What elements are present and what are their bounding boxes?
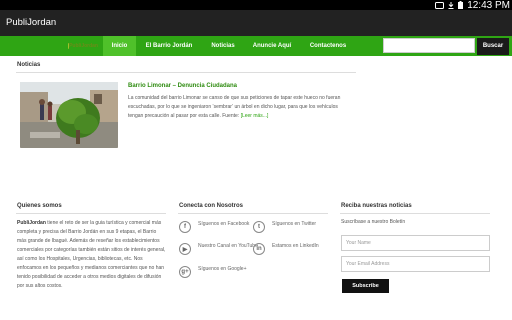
download-icon	[448, 1, 454, 9]
connect-heading: Conecta con Nosotros	[179, 203, 244, 209]
status-bar: 12:43 PM	[0, 0, 512, 11]
twitter-icon: t	[253, 221, 265, 233]
linkedin-label: Estamos en LinkedIn	[272, 243, 319, 249]
about-text: PubliJordan tiene el reto de ser la guia…	[17, 219, 167, 291]
twitter-link[interactable]: t Síguenos en Twitter	[253, 221, 334, 233]
battery-icon	[458, 1, 464, 9]
newsletter-heading: Reciba nuestras noticias	[341, 203, 412, 209]
app-title: PubliJordan	[6, 17, 57, 28]
nav-item-inicio[interactable]: Inicio	[103, 36, 136, 56]
linkedin-icon: in	[253, 243, 265, 255]
facebook-icon: f	[179, 221, 191, 233]
facebook-link[interactable]: f Síguenos en Facebook	[179, 221, 260, 233]
facebook-label: Síguenos en Facebook	[198, 221, 250, 227]
nav-item-anuncie-aqui[interactable]: Anuncie Aquí	[247, 36, 297, 56]
nav-item-el-barrio-jordan[interactable]: El Barrio Jordán	[138, 36, 200, 56]
site-logo[interactable]: PubliJordan	[68, 41, 98, 51]
news-heading: Noticias	[17, 62, 41, 68]
about-heading: Quienes somos	[17, 203, 62, 209]
about-brand: PubliJordan	[17, 220, 46, 226]
status-icons: 12:43 PM	[435, 0, 510, 11]
newsletter-subtitle: Suscríbase a nuestro Boletín	[341, 219, 406, 225]
nav-item-noticias[interactable]: Noticias	[203, 36, 243, 56]
search-input[interactable]	[383, 38, 475, 53]
google-plus-icon: g+	[179, 266, 191, 278]
newsletter-divider	[340, 213, 490, 214]
twitter-label: Síguenos en Twitter	[272, 221, 317, 227]
search-button[interactable]: Buscar	[477, 38, 509, 55]
news-image[interactable]	[20, 82, 118, 148]
about-divider	[16, 213, 166, 214]
status-time: 12:43 PM	[467, 0, 510, 11]
tablet-icon	[435, 1, 445, 9]
news-item-text: La comunidad del barrio Limonar se canso…	[128, 94, 352, 121]
email-field[interactable]: Your Email Address	[341, 256, 490, 272]
read-more-link[interactable]: [Leer más...]	[241, 113, 269, 119]
about-body: tiene el reto de ser la guia turística y…	[17, 220, 166, 289]
news-item-body: La comunidad del barrio Limonar se canso…	[128, 95, 341, 119]
subscribe-button[interactable]: Subscribe	[342, 279, 389, 293]
youtube-icon: ▶	[179, 243, 191, 255]
google-plus-label: Síguenos en Google+	[198, 266, 247, 272]
news-item-title[interactable]: Barrio Limonar – Denuncia Ciudadana	[128, 83, 237, 89]
connect-divider	[178, 213, 328, 214]
youtube-link[interactable]: ▶ Nuestro Canal en YouTube	[179, 243, 260, 255]
youtube-label: Nuestro Canal en YouTube	[198, 243, 258, 249]
app-bar: PubliJordan	[0, 10, 512, 36]
news-divider	[16, 72, 356, 73]
linkedin-link[interactable]: in Estamos en LinkedIn	[253, 243, 334, 255]
google-plus-link[interactable]: g+ Síguenos en Google+	[179, 266, 260, 278]
name-field[interactable]: Your Name	[341, 235, 490, 251]
nav-item-contactenos[interactable]: Contactenos	[303, 36, 353, 56]
logo-text: PubliJordan	[69, 43, 98, 49]
